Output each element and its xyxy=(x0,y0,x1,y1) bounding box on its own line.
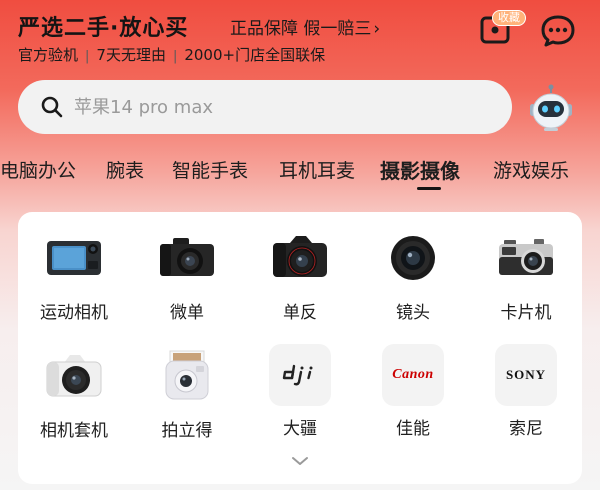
category-label: 卡片机 xyxy=(500,303,552,323)
category-item-dji[interactable]: 大疆 xyxy=(250,344,350,439)
action-camera-icon xyxy=(47,241,101,275)
divider: | xyxy=(172,49,178,64)
mirrorless-camera-icon xyxy=(160,238,214,276)
category-label: 运动相机 xyxy=(40,303,108,323)
category-label: 拍立得 xyxy=(161,421,213,441)
instant-camera-icon xyxy=(165,350,209,400)
category-item-action-camera[interactable]: 运动相机 xyxy=(24,226,124,323)
category-label: 单反 xyxy=(283,303,317,323)
search-bar[interactable] xyxy=(18,80,512,134)
perk-item: 7天无理由 xyxy=(96,46,166,64)
chevron-down-icon[interactable] xyxy=(290,455,310,467)
guarantee-link[interactable]: 正品保障 假一赔三 › xyxy=(230,14,380,39)
category-item-instant-camera[interactable]: 拍立得 xyxy=(137,344,237,441)
category-item-lens[interactable]: 镜头 xyxy=(363,226,463,323)
category-item-camera-kit[interactable]: 相机套机 xyxy=(24,344,124,441)
divider: | xyxy=(85,49,90,64)
category-item-mirrorless[interactable]: 微单 xyxy=(137,226,237,323)
tab-watches[interactable]: 腕表 xyxy=(106,156,144,183)
tab-headphones[interactable]: 耳机耳麦 xyxy=(279,156,355,183)
perks-line: 官方验机 | 7天无理由 | 2000+门店全国联保 xyxy=(18,44,325,65)
category-item-canon[interactable]: Canon 佳能 xyxy=(363,344,463,439)
category-tabs: 电脑办公 腕表 智能手表 耳机耳麦 摄影摄像 游戏娱乐 xyxy=(0,152,600,196)
category-label: 索尼 xyxy=(509,419,543,439)
perk-item: 2000+门店全国联保 xyxy=(184,46,326,64)
category-label: 镜头 xyxy=(396,303,430,323)
category-label: 微单 xyxy=(170,303,204,323)
favorites-badge: 收藏 xyxy=(492,10,526,26)
tab-photography[interactable]: 摄影摄像 xyxy=(380,155,460,184)
search-icon xyxy=(41,96,63,118)
page-title: 严选二手·放心买 xyxy=(18,16,189,41)
compact-camera-icon xyxy=(499,239,553,275)
sony-logo: SONY xyxy=(495,344,557,406)
canon-logo: Canon xyxy=(382,344,444,406)
category-label: 大疆 xyxy=(283,419,317,439)
tab-gaming[interactable]: 游戏娱乐 xyxy=(493,156,569,183)
category-label: 佳能 xyxy=(396,419,430,439)
active-tab-indicator xyxy=(417,187,441,190)
camera-kit-icon xyxy=(46,355,102,397)
robot-assistant-icon[interactable] xyxy=(526,84,576,132)
tab-smartwatch[interactable]: 智能手表 xyxy=(172,156,248,183)
perk-item: 官方验机 xyxy=(18,46,79,64)
tab-computer-office[interactable]: 电脑办公 xyxy=(0,156,76,183)
dji-logo xyxy=(269,344,331,406)
chat-bubble-icon[interactable] xyxy=(540,14,576,48)
chevron-right-icon: › xyxy=(373,19,381,39)
category-item-dslr[interactable]: 单反 xyxy=(250,226,350,323)
lens-icon xyxy=(391,236,435,280)
guarantee-text: 正品保障 假一赔三 xyxy=(230,19,372,39)
category-item-sony[interactable]: SONY 索尼 xyxy=(476,344,576,439)
search-input[interactable] xyxy=(74,96,454,118)
category-label: 相机套机 xyxy=(40,421,108,441)
dslr-camera-icon xyxy=(273,236,327,277)
category-item-compact[interactable]: 卡片机 xyxy=(476,226,576,323)
